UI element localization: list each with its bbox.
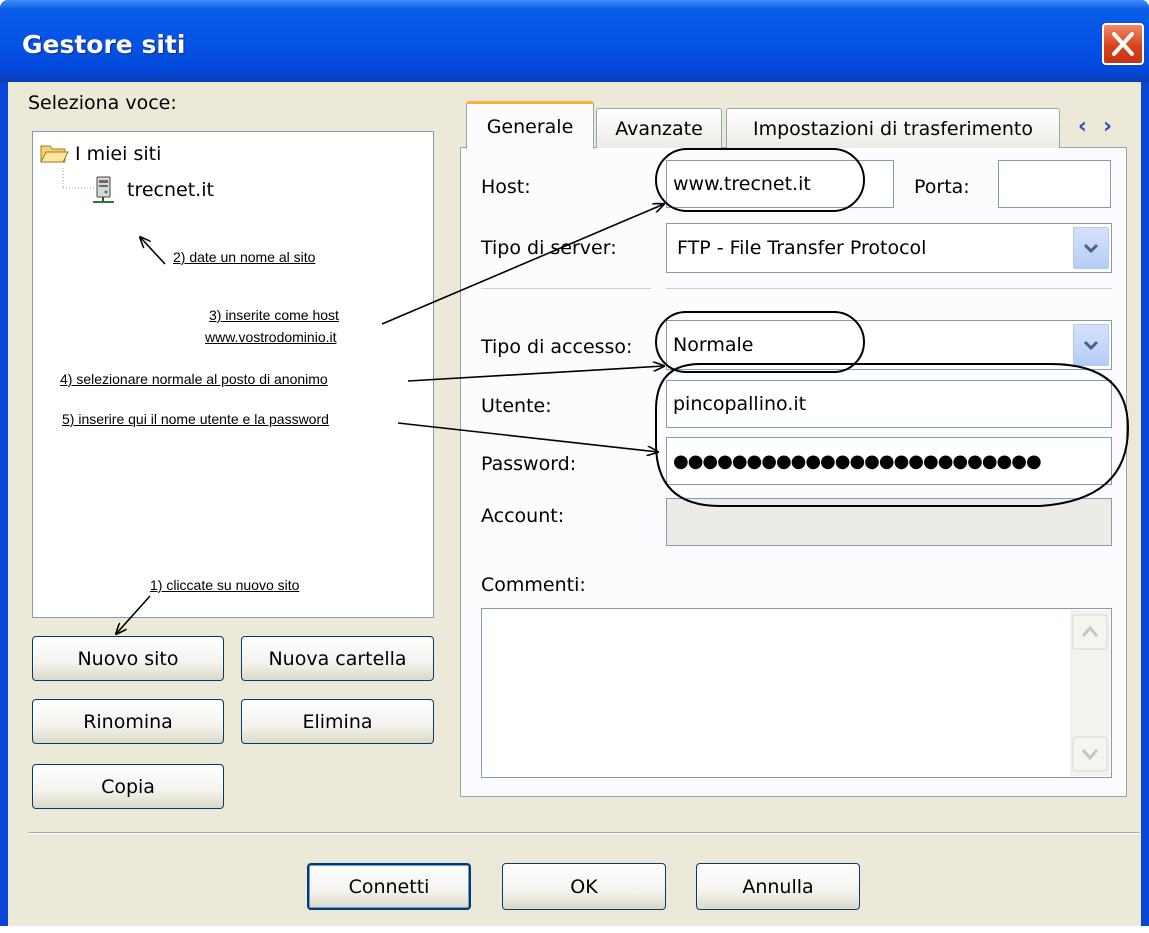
folder-open-icon xyxy=(40,145,69,163)
user-label: Utente: xyxy=(481,395,552,417)
comments-scrollbar[interactable] xyxy=(1070,610,1110,776)
account-input[interactable] xyxy=(666,498,1112,546)
select-entry-label: Seleziona voce: xyxy=(28,92,177,114)
password-label: Password: xyxy=(481,453,577,475)
annotation-step1: 1) cliccate su nuovo sito xyxy=(150,577,300,593)
tree-item-root[interactable]: I miei siti xyxy=(39,140,161,168)
tree-item-site-label: trecnet.it xyxy=(127,179,214,201)
close-button[interactable] xyxy=(1102,23,1144,65)
tab-general[interactable]: Generale xyxy=(466,101,594,149)
new-site-button[interactable]: Nuovo sito xyxy=(32,636,224,681)
server-type-label: Tipo di server: xyxy=(481,237,617,259)
copy-button[interactable]: Copia xyxy=(32,764,224,809)
host-input[interactable]: www.trecnet.it xyxy=(666,160,894,208)
port-label: Porta: xyxy=(914,176,970,198)
tab-advanced[interactable]: Avanzate xyxy=(596,108,722,148)
server-type-value: FTP - File Transfer Protocol xyxy=(677,237,927,259)
host-label: Host: xyxy=(481,176,531,198)
delete-button[interactable]: Elimina xyxy=(241,699,434,744)
tab-scroll-left-icon[interactable]: ‹ xyxy=(1078,114,1087,139)
server-icon xyxy=(93,176,114,203)
annotation-step3-line2: www.vostrodominio.it xyxy=(205,329,337,345)
new-folder-button[interactable]: Nuova cartella xyxy=(241,636,434,681)
user-input[interactable]: pincopallino.it xyxy=(666,380,1112,428)
logon-type-dropdown-button[interactable] xyxy=(1073,324,1109,366)
ok-button[interactable]: OK xyxy=(502,863,666,910)
title-bar[interactable]: Gestore siti xyxy=(0,0,1149,82)
logon-type-select[interactable]: Normale xyxy=(666,320,1112,370)
annotation-step3-line1: 3) inserite come host xyxy=(209,307,339,323)
account-label: Account: xyxy=(481,505,565,527)
port-input[interactable] xyxy=(998,160,1111,208)
cancel-button[interactable]: Annulla xyxy=(696,863,860,910)
server-type-dropdown-button[interactable] xyxy=(1073,227,1109,269)
tree-item-site[interactable]: trecnet.it xyxy=(89,175,214,205)
scroll-up-icon[interactable] xyxy=(1072,614,1108,650)
separator-right xyxy=(666,288,1112,290)
tab-scroller: ‹ › xyxy=(1062,108,1128,144)
connect-button[interactable]: Connetti xyxy=(307,863,471,910)
tab-scroll-right-icon[interactable]: › xyxy=(1103,114,1112,139)
logon-type-value: Normale xyxy=(673,334,754,356)
footer-separator xyxy=(28,832,1140,834)
logon-type-label: Tipo di accesso: xyxy=(481,336,633,358)
separator-left xyxy=(481,288,651,290)
comments-label: Commenti: xyxy=(481,574,586,596)
annotation-step2: 2) date un nome al sito xyxy=(173,249,316,265)
close-icon xyxy=(1112,32,1134,56)
scroll-down-icon[interactable] xyxy=(1072,736,1108,772)
rename-button[interactable]: Rinomina xyxy=(32,699,224,744)
window-title: Gestore siti xyxy=(22,30,186,59)
chevron-down-icon xyxy=(1083,340,1099,351)
annotation-step4: 4) selezionare normale al posto di anoni… xyxy=(60,371,328,387)
server-type-select[interactable]: FTP - File Transfer Protocol xyxy=(666,223,1112,273)
tree-item-root-label: I miei siti xyxy=(75,143,162,165)
tab-transfer-settings[interactable]: Impostazioni di trasferimento xyxy=(726,108,1060,148)
chevron-down-icon xyxy=(1083,243,1099,254)
annotation-step5: 5) inserire qui il nome utente e la pass… xyxy=(62,411,329,427)
password-input[interactable]: ●●●●●●●●●●●●●●●●●●●●●●●●● xyxy=(666,437,1112,485)
comments-textarea[interactable] xyxy=(481,608,1112,778)
